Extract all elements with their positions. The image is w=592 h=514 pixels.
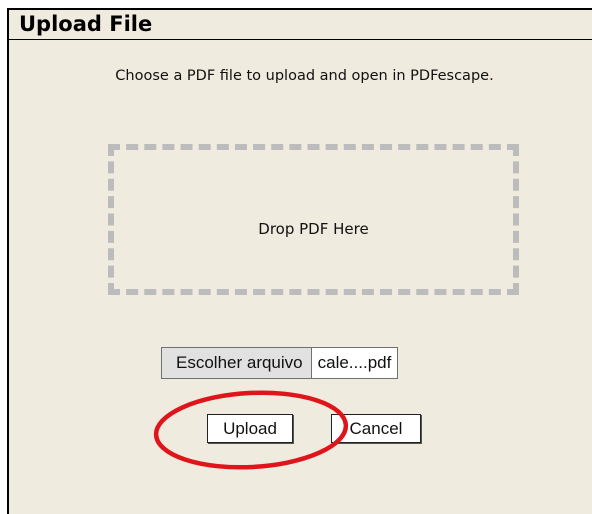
choose-file-button[interactable]: Escolher arquivo	[161, 347, 312, 379]
drop-zone-label: Drop PDF Here	[258, 220, 369, 238]
upload-instructions: Choose a PDF file to upload and open in …	[115, 68, 494, 84]
upload-file-dialog: Upload File Choose a PDF file to upload …	[7, 8, 592, 514]
dialog-title: Upload File	[19, 12, 153, 36]
pdf-drop-zone[interactable]: Drop PDF Here	[108, 144, 519, 295]
file-input[interactable]: Escolher arquivo cale....pdf	[161, 347, 399, 379]
upload-button[interactable]: Upload	[207, 414, 293, 443]
dialog-title-bar: Upload File	[9, 10, 592, 40]
cancel-button[interactable]: Cancel	[331, 414, 421, 443]
selected-file-name: cale....pdf	[311, 347, 399, 379]
